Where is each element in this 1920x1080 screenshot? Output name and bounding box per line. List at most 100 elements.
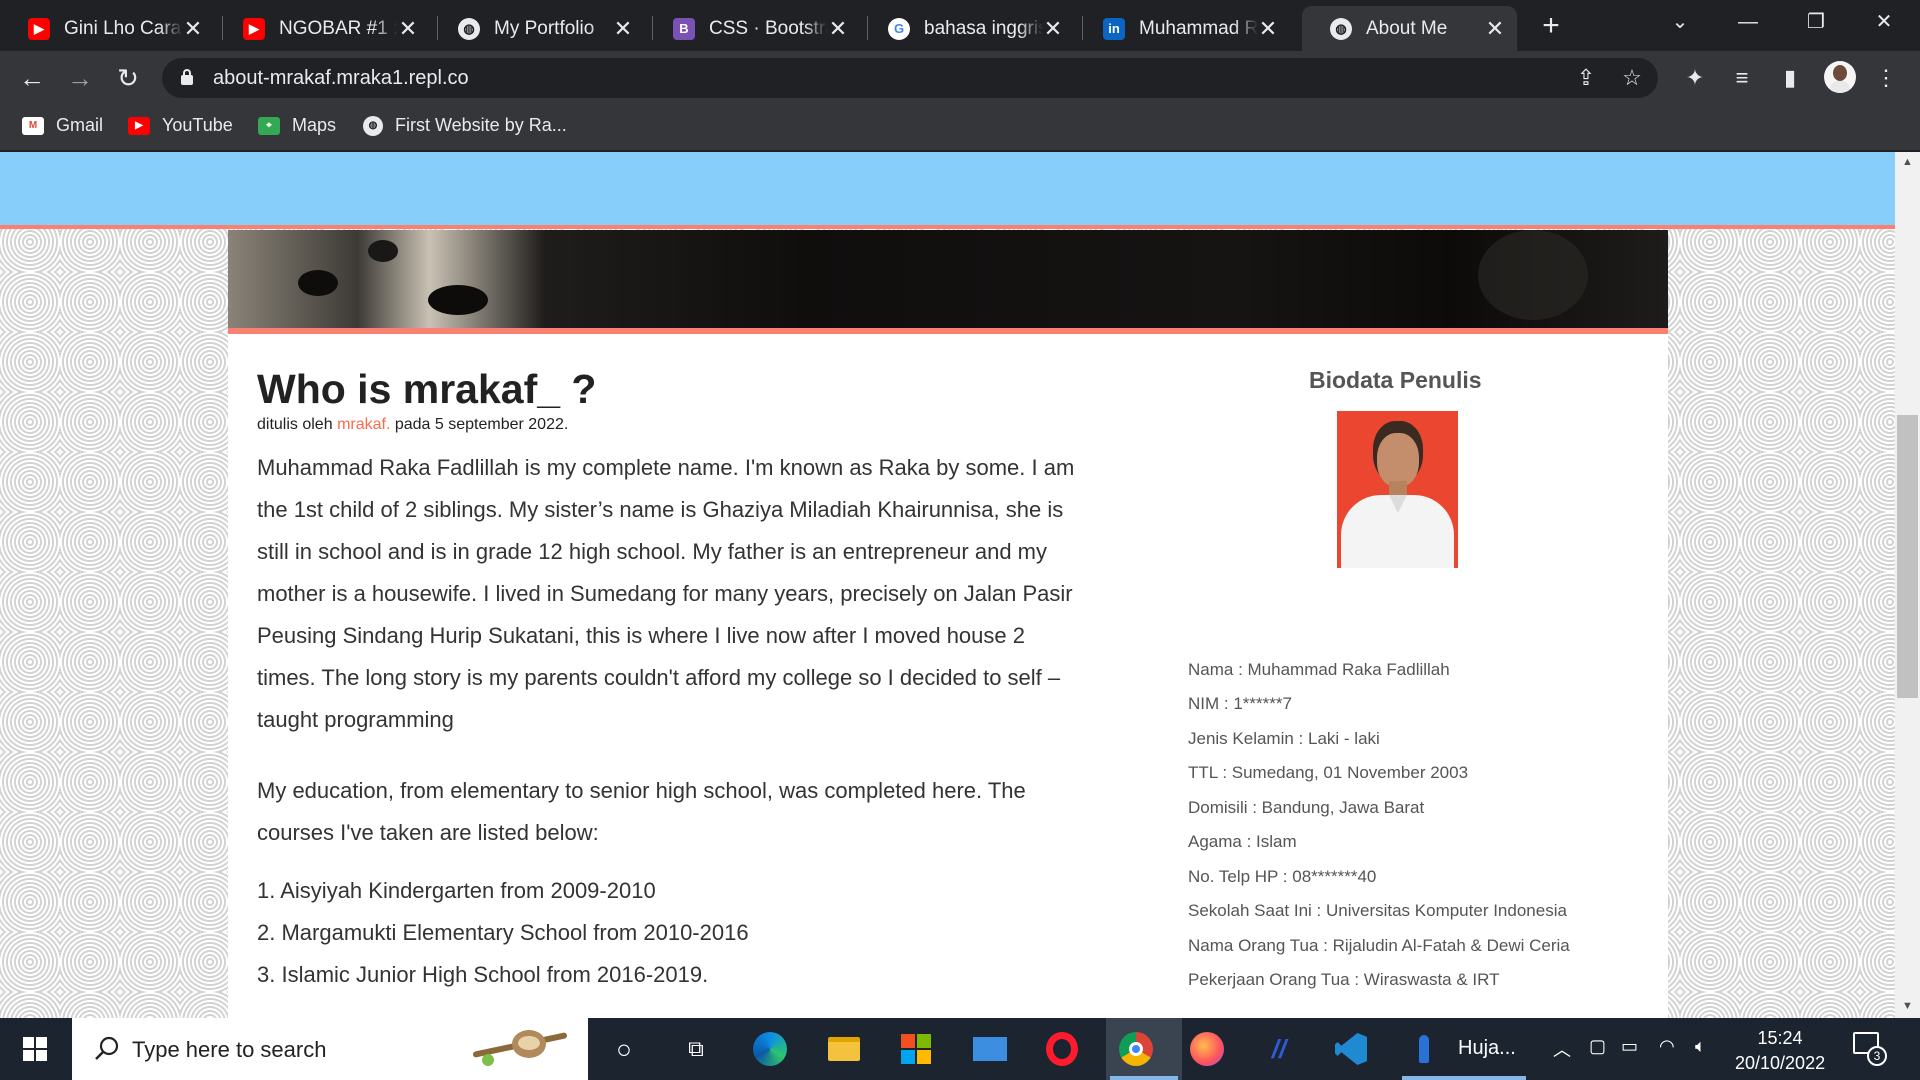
scrollbar-thumb[interactable] (1897, 415, 1918, 698)
site-header (0, 152, 1895, 229)
bookmark-youtube[interactable]: ▶ YouTube (128, 115, 233, 136)
bookmark-gmail[interactable]: M Gmail (22, 115, 103, 136)
system-clock[interactable]: 15:24 20/10/2022 (1735, 1026, 1825, 1076)
bio-parents-job: Pekerjaan Orang Tua : Wiraswasta & IRT (1188, 970, 1500, 989)
opera-icon[interactable] (1041, 1029, 1083, 1069)
tab-search-chevron-icon[interactable]: ⌄ (1646, 0, 1714, 44)
close-icon[interactable]: ✕ (1043, 16, 1063, 42)
youtube-icon: ▶ (243, 17, 265, 40)
address-bar[interactable]: about-mrakaf.mraka1.repl.co ⇪ ☆ (162, 58, 1658, 98)
author-photo (1337, 411, 1458, 568)
running-app-indicator (1402, 1076, 1526, 1080)
bio-title: Biodata Penulis (1309, 367, 1482, 393)
youtube-icon: ▶ (128, 116, 150, 135)
tab-google-search[interactable]: G bahasa inggris ✕ (860, 6, 1075, 51)
bio-nama: Nama : Muhammad Raka Fadlillah (1188, 660, 1450, 679)
reload-icon[interactable]: ↻ (110, 60, 146, 96)
education-item: 1. Aisyiyah Kindergarten from 2009-2010 (257, 878, 656, 903)
tab-youtube-2[interactable]: ▶ NGOBAR #1 : Mera ✕ (215, 6, 430, 51)
paragraph-line: mother is a housewife. I lived in Sumeda… (257, 581, 1073, 606)
url-text[interactable]: about-mrakaf.mraka1.repl.co (213, 67, 469, 90)
restore-button[interactable]: ❐ (1782, 0, 1850, 44)
tab-title: About Me (1366, 17, 1448, 39)
tab-my-portfolio[interactable]: ◍ My Portfolio ✕ (430, 6, 645, 51)
browser-toolbar: ← → ↻ about-mrakaf.mraka1.repl.co ⇪ ☆ ✦ … (0, 51, 1920, 105)
edge-icon[interactable] (749, 1029, 791, 1069)
battery-icon[interactable]: ▭ (1621, 1036, 1638, 1057)
article-card: Who is mrakaf_ ? ditulis oleh mrakaf. pa… (228, 334, 1668, 1018)
close-icon[interactable]: ✕ (828, 16, 848, 42)
bio-parents: Nama Orang Tua : Rijaludin Al-Fatah & De… (1188, 936, 1570, 955)
file-explorer-icon[interactable] (823, 1029, 865, 1069)
close-icon[interactable]: ✕ (1485, 16, 1505, 42)
notification-count: 3 (1867, 1046, 1887, 1066)
vscode-icon[interactable] (1330, 1029, 1372, 1069)
tab-strip: ▶ Gini Lho Cara Bikin ✕ ▶ NGOBAR #1 : Me… (0, 0, 1920, 51)
maps-icon: ⌖ (258, 116, 280, 135)
firefox-icon[interactable] (1186, 1029, 1228, 1069)
volume-icon[interactable]: 🔈︎ (1695, 1036, 1706, 1057)
bootstrap-icon: B (673, 17, 695, 40)
banner-shape (298, 270, 338, 296)
side-panel-icon[interactable]: ▮ (1776, 64, 1804, 92)
star-icon[interactable]: ☆ (1618, 64, 1646, 92)
tab-youtube-1[interactable]: ▶ Gini Lho Cara Bikin ✕ (0, 6, 215, 51)
extensions-icon[interactable]: ✦ (1681, 64, 1709, 92)
new-tab-button[interactable]: + (1533, 8, 1569, 44)
close-icon[interactable]: ✕ (398, 16, 418, 42)
bookmark-label: First Website by Ra... (395, 115, 567, 135)
close-window-button[interactable]: ✕ (1850, 0, 1918, 44)
youtube-icon: ▶ (28, 17, 50, 40)
cortana-icon[interactable]: ○ (603, 1029, 645, 1069)
share-icon[interactable]: ⇪ (1572, 64, 1600, 92)
notification-center-icon[interactable]: 3 (1853, 1032, 1887, 1066)
globe-icon: ◍ (458, 17, 480, 40)
google-icon: G (888, 17, 910, 40)
scroll-up-arrow-icon[interactable]: ▲ (1895, 156, 1920, 168)
editor-icon[interactable]: // (1258, 1029, 1300, 1069)
wifi-icon[interactable]: ◠ (1659, 1036, 1675, 1057)
close-icon[interactable]: ✕ (1258, 16, 1278, 42)
media-icon[interactable]: ≡ (1728, 64, 1756, 92)
tab-title: Muhammad Raka (1139, 17, 1258, 39)
byline-date: pada 5 september 2022. (394, 416, 569, 433)
gmail-icon: M (22, 116, 44, 135)
mail-icon[interactable] (969, 1029, 1011, 1069)
tab-bootstrap[interactable]: B CSS · Bootstrap v5 ✕ (645, 6, 860, 51)
back-arrow-icon[interactable]: ← (14, 60, 50, 96)
bookmark-first-website[interactable]: ◍ First Website by Ra... (363, 115, 567, 136)
profile-avatar[interactable] (1824, 61, 1856, 93)
paragraph-line: My education, from elementary to senior … (257, 778, 1026, 803)
paragraph-line: courses I've taken are listed below: (257, 820, 599, 845)
menu-kebab-icon[interactable]: ⋮ (1872, 64, 1900, 92)
bookmark-maps[interactable]: ⌖ Maps (258, 115, 336, 136)
tab-title: NGOBAR #1 : Mera (279, 17, 398, 39)
header-banner-image (228, 230, 1668, 334)
close-icon[interactable]: ✕ (183, 16, 203, 42)
bio-school: Sekolah Saat Ini : Universitas Komputer … (1188, 901, 1567, 920)
running-app-label[interactable]: Huja... (1458, 1037, 1516, 1060)
education-item: 2. Margamukti Elementary School from 201… (257, 920, 749, 945)
windows-logo-icon (23, 1037, 47, 1061)
paragraph-line: Muhammad Raka Fadlillah is my complete n… (257, 455, 1075, 480)
forward-arrow-icon[interactable]: → (62, 60, 98, 96)
meet-now-icon[interactable]: ▢ (1589, 1036, 1606, 1057)
task-view-icon[interactable]: ⧉ (675, 1029, 717, 1069)
weather-app-icon[interactable] (1410, 1029, 1438, 1069)
page-scrollbar[interactable]: ▲ ▼ (1895, 152, 1920, 1018)
scroll-down-arrow-icon[interactable]: ▼ (1895, 1000, 1920, 1012)
author-link[interactable]: mrakaf. (337, 416, 390, 433)
education-paragraph: My education, from elementary to senior … (257, 770, 1127, 854)
chrome-icon[interactable] (1115, 1029, 1157, 1069)
bio-nim: NIM : 1******7 (1188, 694, 1292, 713)
windows-taskbar: Type here to search ○ ⧉ // Huja... ︿ ▢ ▭… (0, 1018, 1920, 1080)
paragraph-line: still in school and is in grade 12 high … (257, 539, 1047, 564)
chevron-up-icon[interactable]: ︿ (1553, 1036, 1571, 1062)
microsoft-store-icon[interactable] (895, 1029, 937, 1069)
tab-about-me[interactable]: ◍ About Me ✕ (1302, 6, 1517, 51)
close-icon[interactable]: ✕ (613, 16, 633, 42)
start-button[interactable] (0, 1018, 70, 1080)
tab-linkedin[interactable]: in Muhammad Raka ✕ (1075, 6, 1290, 51)
minimize-button[interactable]: — (1714, 0, 1782, 44)
taskbar-search[interactable]: Type here to search (72, 1018, 588, 1080)
